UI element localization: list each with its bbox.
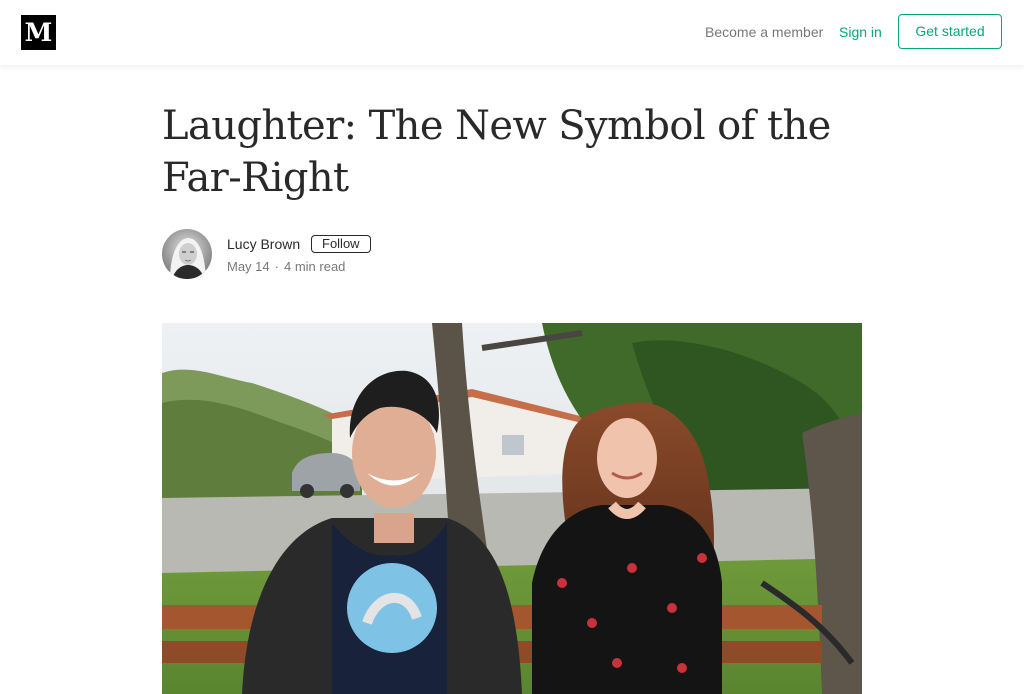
get-started-button[interactable]: Get started [898,14,1002,49]
hero-image [162,323,862,694]
publish-date: May 14 [227,259,270,274]
article-meta: May 14 · 4 min read [227,259,345,274]
photo-two-people-laughing-on-bench-icon [162,323,862,694]
sign-in-link[interactable]: Sign in [839,24,882,40]
follow-button[interactable]: Follow [311,235,371,253]
author-avatar-photo-icon [162,229,212,279]
read-time: 4 min read [283,259,346,274]
article-title: Laughter: The New Symbol of the Far-Righ… [162,103,831,201]
author-avatar[interactable] [162,229,212,279]
author-name-link[interactable]: Lucy Brown [227,236,300,252]
medium-logo[interactable]: M [21,15,56,50]
become-member-link[interactable]: Become a member [705,24,823,40]
meta-separator: · [274,259,279,274]
top-navigation-bar: M Become a member Sign in Get started [0,0,1024,65]
